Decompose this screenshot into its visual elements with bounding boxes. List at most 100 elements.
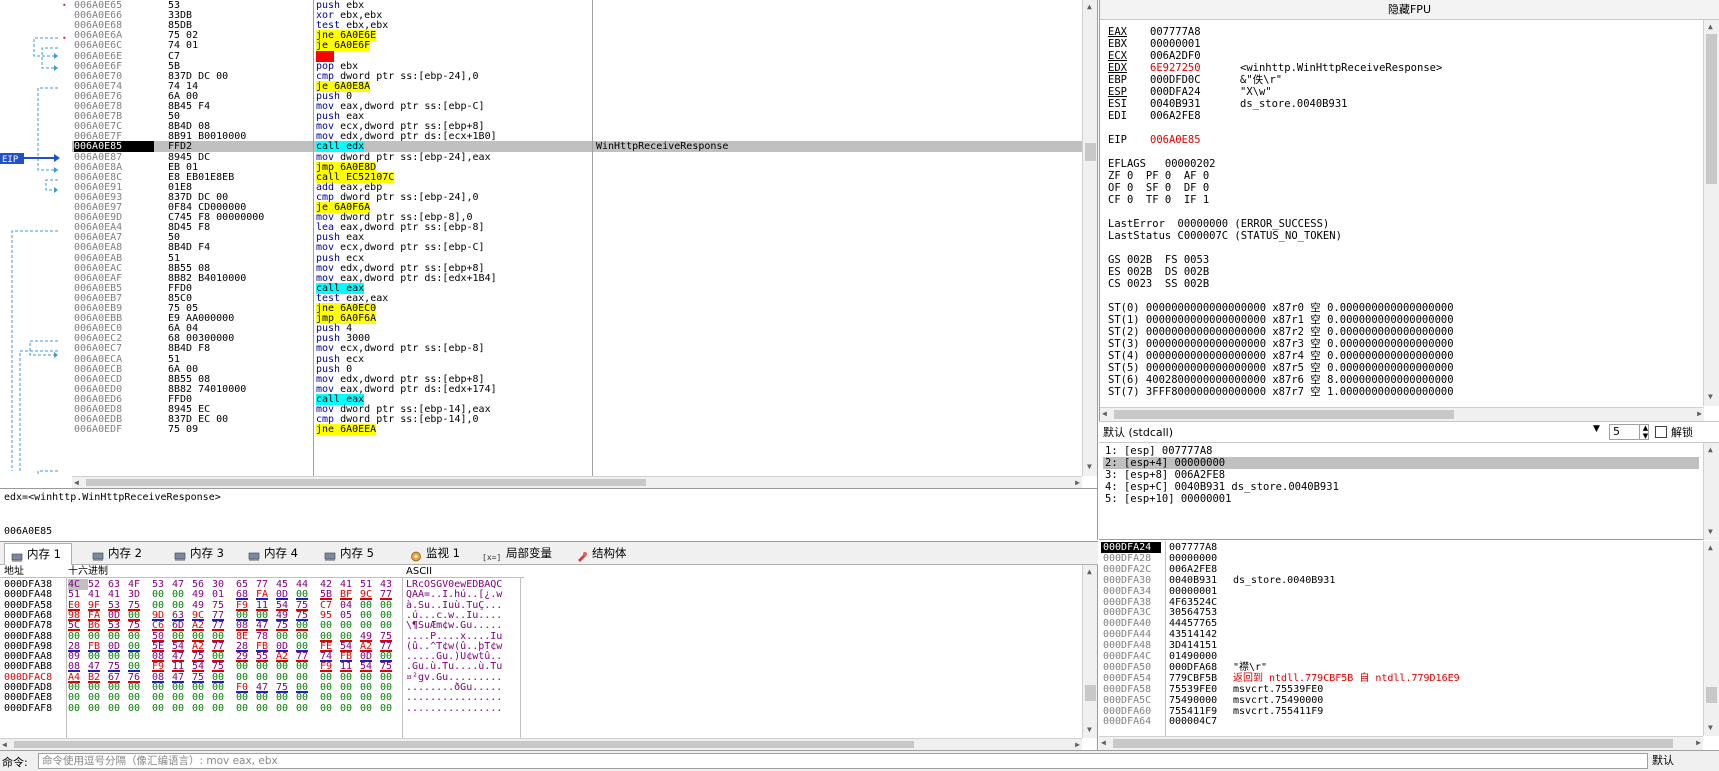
hex-byte[interactable]: 00: [360, 620, 380, 631]
hex-byte[interactable]: 00: [68, 703, 88, 714]
stack-row[interactable]: 000DFA4C 01490000: [1099, 651, 1699, 662]
call-argument-row[interactable]: 3: [esp+8] 006A2FE8: [1103, 469, 1699, 481]
registers-panel[interactable]: 隐藏FPU EAX 007777A8 EBX 00000001 ECX 006A2DF0 E…: [1099, 0, 1719, 421]
hex-byte[interactable]: F9: [152, 661, 172, 672]
register-name[interactable]: EIP: [1108, 134, 1150, 146]
stack-row[interactable]: 000DFA50 000DFA68 "襟\r": [1099, 662, 1699, 673]
stack-row[interactable]: 000DFA5C 75490000 msvcrt.75490000: [1099, 695, 1699, 706]
hex-byte[interactable]: 41: [108, 589, 128, 600]
hex-byte[interactable]: 75: [212, 661, 232, 672]
stack-row[interactable]: 000DFA34 00000001: [1099, 586, 1699, 597]
hex-byte[interactable]: 00: [276, 692, 296, 703]
hex-byte[interactable]: 41: [88, 589, 108, 600]
register-value[interactable]: 007777A8: [1150, 26, 1240, 38]
arguments-vertical-scrollbar[interactable]: ▲ ▼: [1703, 443, 1719, 540]
hex-byte[interactable]: 00: [236, 703, 256, 714]
hex-byte[interactable]: 11: [340, 661, 360, 672]
hex-byte[interactable]: A2: [192, 620, 212, 631]
tab-内存-5[interactable]: 内存 5: [318, 543, 384, 564]
hex-byte[interactable]: 00: [88, 692, 108, 703]
hex-byte[interactable]: 00: [320, 620, 340, 631]
register-value[interactable]: 0040B931: [1150, 98, 1240, 110]
hex-byte[interactable]: 00: [320, 703, 340, 714]
stack-horizontal-scrollbar[interactable]: ◀ ▶: [1099, 736, 1703, 750]
hex-byte[interactable]: 77: [380, 589, 400, 600]
hex-byte[interactable]: 00: [172, 589, 192, 600]
hex-byte[interactable]: 00: [296, 620, 316, 631]
hex-byte[interactable]: 54: [360, 661, 380, 672]
disasm-row[interactable]: 006A0E85 FFD2 call edx WinHttpReceiveRespon…: [72, 141, 1083, 152]
hex-byte[interactable]: 68: [236, 589, 256, 600]
hex-byte[interactable]: 53: [108, 620, 128, 631]
disassembly-view[interactable]: • • EIP 006A0E65 53 push ebx 006A0E66 33DB xo…: [0, 0, 1098, 488]
dump-horizontal-scrollbar[interactable]: ◀ ▶: [0, 738, 1082, 750]
hex-byte[interactable]: 00: [296, 589, 316, 600]
tab-监视-1[interactable]: 监视 1: [404, 543, 470, 564]
register-value[interactable]: 006A2FE8: [1150, 110, 1240, 122]
hex-byte[interactable]: 75: [380, 661, 400, 672]
hex-byte[interactable]: 00: [296, 661, 316, 672]
register-name[interactable]: EDI: [1108, 110, 1150, 122]
disassembly-horizontal-scrollbar[interactable]: ◀ ▶: [72, 476, 1082, 488]
dump-row[interactable]: 000DFAB8 08 47 75 00 F9 11 54 75 00 00 00 00 F9 11 54 75…: [0, 661, 524, 672]
hex-byte[interactable]: 00: [68, 692, 88, 703]
stack-view[interactable]: 000DFA24 007777A8 000DFA28 00000000 000DFA2C…: [1099, 541, 1719, 750]
hex-byte[interactable]: 51: [68, 589, 88, 600]
hex-byte[interactable]: C6: [152, 620, 172, 631]
hex-byte[interactable]: 6D: [172, 620, 192, 631]
hex-byte[interactable]: 00: [340, 692, 360, 703]
hex-byte[interactable]: 77: [212, 620, 232, 631]
register-name[interactable]: ECX: [1108, 50, 1150, 62]
hex-byte[interactable]: 00: [152, 703, 172, 714]
hex-byte[interactable]: 49: [192, 589, 212, 600]
register-name[interactable]: ESP: [1108, 86, 1150, 98]
hex-byte[interactable]: 5B: [320, 589, 340, 600]
dump-row[interactable]: 000DFAF8 00 00 00 00 00 00 00 00 00 00 00 00 00 00 00 00…: [0, 703, 524, 714]
command-mode-select[interactable]: 默认: [1652, 753, 1712, 769]
calling-convention-select[interactable]: 默认 (stdcall): [1103, 425, 1605, 440]
stack-row[interactable]: 000DFA58 75539FE0 msvcrt.75539FE0: [1099, 684, 1699, 695]
hex-byte[interactable]: 11: [172, 661, 192, 672]
dump-row[interactable]: 000DFA48 51 41 41 3D 00 00 49 01 68 FA 0D 00 5B BF 9C 77…: [0, 589, 524, 600]
hex-byte[interactable]: 00: [276, 703, 296, 714]
registers-vertical-scrollbar[interactable]: ▲ ▼: [1703, 20, 1719, 406]
hex-byte[interactable]: F9: [320, 661, 340, 672]
command-input[interactable]: 命令使用逗号分隔（像汇编语言）: mov eax, ebx: [38, 753, 1648, 769]
disasm-row[interactable]: 006A0E6C 74 01 je 6A0E6F: [72, 40, 1083, 51]
register-name[interactable]: EAX: [1108, 26, 1150, 38]
unlock-checkbox[interactable]: [1655, 426, 1667, 438]
disasm-row[interactable]: 006A0EDF 75 09 jne 6A0EEA: [72, 424, 1083, 435]
hex-byte[interactable]: 00: [340, 703, 360, 714]
dump-vertical-scrollbar[interactable]: ▲ ▼: [1082, 565, 1097, 738]
hex-byte[interactable]: 00: [192, 703, 212, 714]
register-value[interactable]: 006A2DF0: [1150, 50, 1240, 62]
hex-byte[interactable]: BF: [340, 589, 360, 600]
register-value[interactable]: 00000001: [1150, 38, 1240, 50]
disasm-row[interactable]: 006A0EC7 8B4D F8 mov ecx,dword ptr ss:[ebp…: [72, 343, 1083, 354]
stack-row[interactable]: 000DFA28 00000000: [1099, 553, 1699, 564]
tab-内存-4[interactable]: 内存 4: [242, 543, 308, 564]
stack-row[interactable]: 000DFA54 779CBF5B 返回到 ntdll.779CBF5B 自 ntd…: [1099, 673, 1699, 684]
stack-row[interactable]: 000DFA2C 006A2FE8: [1099, 564, 1699, 575]
register-value[interactable]: 006A0E85: [1150, 134, 1240, 146]
hex-byte[interactable]: 00: [380, 620, 400, 631]
call-arguments-panel[interactable]: 1: [esp] 007777A8 2: [esp+4] 00000000 3: […: [1099, 443, 1719, 540]
hex-byte[interactable]: 00: [256, 703, 276, 714]
hex-byte[interactable]: 00: [172, 692, 192, 703]
register-value[interactable]: 6E927250: [1150, 62, 1240, 74]
registers-horizontal-scrollbar[interactable]: ◀ ▶: [1100, 407, 1704, 421]
hex-byte[interactable]: 00: [276, 661, 296, 672]
chevron-down-icon[interactable]: ▼: [1593, 424, 1600, 434]
hex-byte[interactable]: 08: [236, 620, 256, 631]
disassembly-vertical-scrollbar[interactable]: ▲ ▼: [1082, 0, 1097, 476]
hex-byte[interactable]: 47: [256, 620, 276, 631]
hide-fpu-button[interactable]: 隐藏FPU: [1100, 0, 1719, 20]
hex-byte[interactable]: 00: [296, 703, 316, 714]
hex-byte[interactable]: 9C: [360, 589, 380, 600]
hex-byte[interactable]: 00: [256, 661, 276, 672]
hex-byte[interactable]: 00: [172, 703, 192, 714]
stack-row[interactable]: 000DFA24 007777A8: [1099, 542, 1699, 553]
hex-byte[interactable]: 01: [212, 589, 232, 600]
hex-byte[interactable]: 00: [212, 703, 232, 714]
register-name[interactable]: ESI: [1108, 98, 1150, 110]
